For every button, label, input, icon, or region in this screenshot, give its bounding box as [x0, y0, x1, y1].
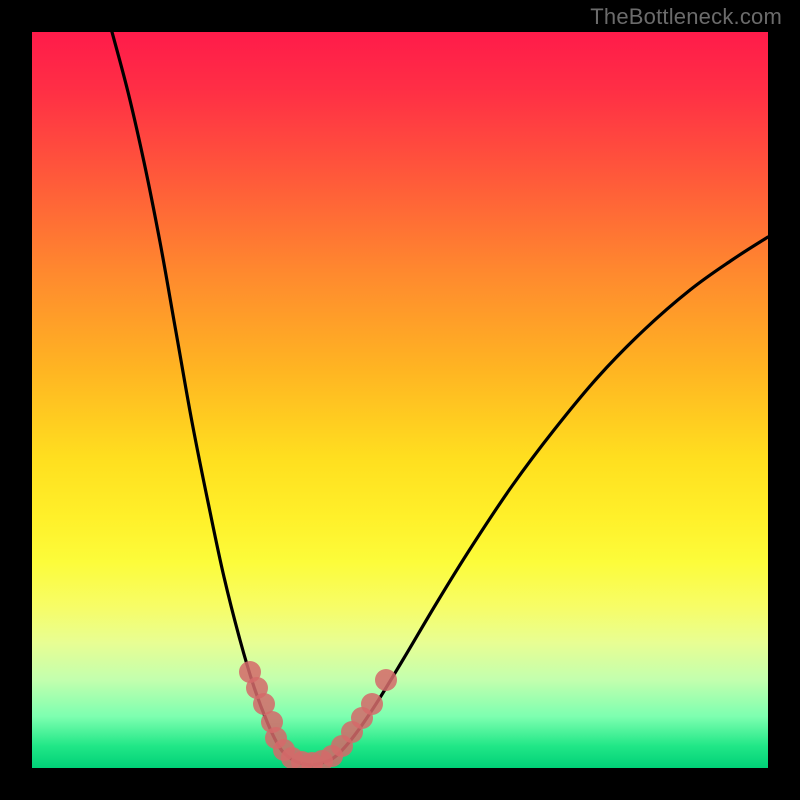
- marker-dots: [239, 661, 397, 768]
- curve-svg: [32, 32, 768, 768]
- watermark-text: TheBottleneck.com: [590, 4, 782, 30]
- curve-path: [112, 32, 310, 765]
- curve-lines: [112, 32, 768, 765]
- marker-dot: [375, 669, 397, 691]
- plot-area: [32, 32, 768, 768]
- marker-dot: [361, 693, 383, 715]
- chart-stage: TheBottleneck.com: [0, 0, 800, 800]
